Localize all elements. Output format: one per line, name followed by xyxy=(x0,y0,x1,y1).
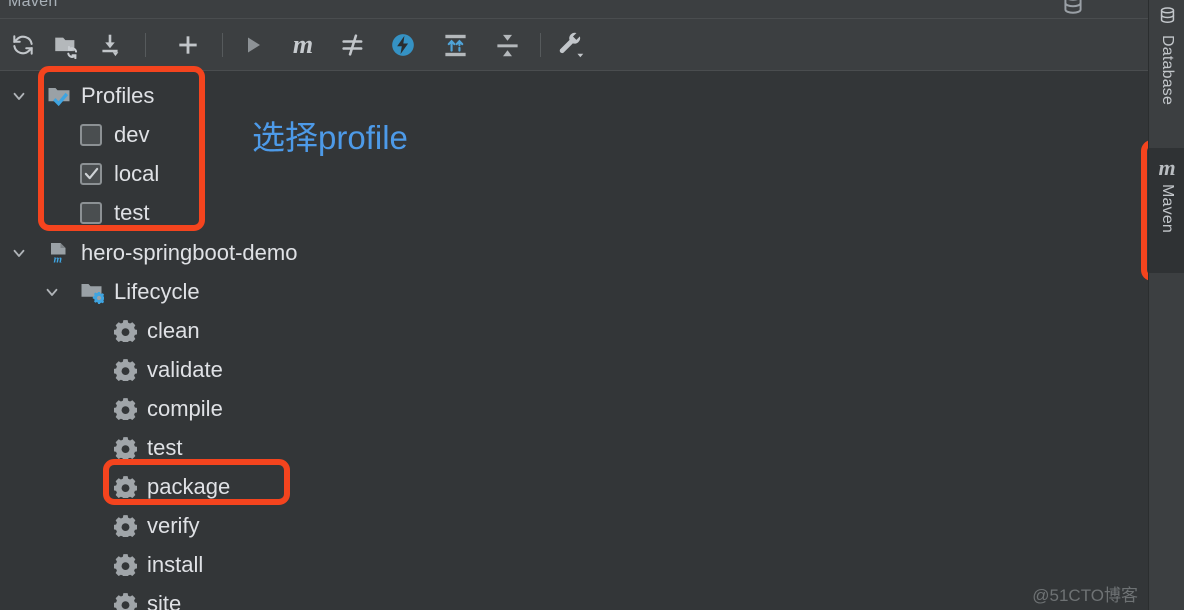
tree-node-goal-compile[interactable]: compile xyxy=(0,389,1148,428)
gear-icon-verify xyxy=(113,514,137,538)
tree-node-goal-install[interactable]: install xyxy=(0,545,1148,584)
maven-settings-button[interactable] xyxy=(556,30,586,60)
tree-label-goal-compile: compile xyxy=(147,395,223,421)
maven-m-icon-tab: m xyxy=(1158,155,1176,180)
run-maven-build-button[interactable]: m xyxy=(288,30,318,60)
profiles-folder-checked-icon xyxy=(47,84,71,108)
tree-label-goal-clean: clean xyxy=(147,317,200,343)
maven-m-icon: m xyxy=(292,30,314,59)
tool-window-title-bar: Maven xyxy=(0,0,1148,18)
maven-projects-tree: Profiles dev local test m hero-springboo… xyxy=(0,71,1148,610)
gear-icon-package xyxy=(113,475,137,499)
tool-window-tab-maven[interactable]: m Maven xyxy=(1149,148,1184,273)
tree-node-profile-dev[interactable]: dev xyxy=(0,115,1148,154)
execute-maven-goal-button[interactable] xyxy=(238,30,268,60)
tree-label-goal-site: site xyxy=(147,590,182,610)
gear-icon-install xyxy=(113,553,137,577)
tree-label-profile-dev: dev xyxy=(114,121,150,147)
chevron-down-icon-profiles[interactable] xyxy=(8,85,30,107)
gear-icon-test xyxy=(113,436,137,460)
maven-tool-window: Maven m Profiles dev local test m hero-s… xyxy=(0,0,1184,610)
download-sources-button[interactable] xyxy=(95,30,125,60)
toggle-offline-mode-button[interactable] xyxy=(388,30,418,60)
tree-label-lifecycle: Lifecycle xyxy=(114,278,200,304)
chevron-down-icon-project[interactable] xyxy=(8,242,30,264)
tree-node-goal-verify[interactable]: verify xyxy=(0,506,1148,545)
gear-icon-compile xyxy=(113,397,137,421)
tool-window-tab-database[interactable]: Database xyxy=(1149,6,1184,105)
tree-node-goal-site[interactable]: site xyxy=(0,584,1148,610)
reload-all-maven-projects-button[interactable] xyxy=(8,30,38,60)
tree-node-profile-local[interactable]: local xyxy=(0,154,1148,193)
tree-node-lifecycle[interactable]: Lifecycle xyxy=(0,272,1148,311)
tree-label-goal-validate: validate xyxy=(147,356,223,382)
add-plugin-button[interactable] xyxy=(173,30,203,60)
tree-label-profile-test: test xyxy=(114,199,150,225)
tree-label-project: hero-springboot-demo xyxy=(81,239,298,265)
toggle-skip-tests-button[interactable] xyxy=(338,30,368,60)
watermark: @51CTO博客 xyxy=(1032,586,1138,605)
lifecycle-folder-icon xyxy=(80,280,104,304)
tool-window-title: Maven xyxy=(8,0,58,10)
toolbar-divider-2 xyxy=(222,33,223,57)
tree-node-goal-test[interactable]: test xyxy=(0,428,1148,467)
tree-node-profile-test[interactable]: test xyxy=(0,193,1148,232)
add-maven-projects-button[interactable] xyxy=(51,30,81,60)
database-icon-cutoff xyxy=(1060,0,1086,16)
tree-node-goal-clean[interactable]: clean xyxy=(0,311,1148,350)
tree-node-goal-package[interactable]: package xyxy=(0,467,1148,506)
tree-node-goal-validate[interactable]: validate xyxy=(0,350,1148,389)
tree-label-goal-install: install xyxy=(147,551,204,577)
gear-icon-validate xyxy=(113,358,137,382)
gear-icon-clean xyxy=(113,319,137,343)
database-icon xyxy=(1158,6,1177,30)
toolbar-divider-1 xyxy=(145,33,146,57)
expand-all-button[interactable] xyxy=(440,30,470,60)
toolbar-divider-3 xyxy=(540,33,541,57)
tree-label-profiles: Profiles xyxy=(81,82,155,108)
gear-icon-site xyxy=(113,592,137,610)
tool-window-tab-maven-label: Maven xyxy=(1159,184,1176,234)
maven-toolbar: m xyxy=(0,19,1148,70)
tree-node-project[interactable]: m hero-springboot-demo xyxy=(0,233,1148,272)
collapse-all-button[interactable] xyxy=(492,30,522,60)
checkbox-profile-dev[interactable] xyxy=(80,123,102,146)
tool-window-tab-database-label: Database xyxy=(1159,35,1176,106)
select-profile-annotation: 选择profile xyxy=(252,119,408,156)
right-tool-window-bar: Database m Maven xyxy=(1148,0,1184,610)
maven-module-icon: m xyxy=(47,241,71,265)
tree-label-goal-verify: verify xyxy=(147,512,200,538)
chevron-down-icon-lifecycle[interactable] xyxy=(41,281,63,303)
checkbox-profile-test[interactable] xyxy=(80,201,102,224)
svg-text:m: m xyxy=(54,254,63,266)
tree-node-profiles[interactable]: Profiles xyxy=(0,76,1148,115)
tree-label-profile-local: local xyxy=(114,160,160,186)
tree-label-goal-test: test xyxy=(147,434,183,460)
checkbox-profile-local[interactable] xyxy=(80,162,102,185)
tree-label-goal-package: package xyxy=(147,473,231,499)
